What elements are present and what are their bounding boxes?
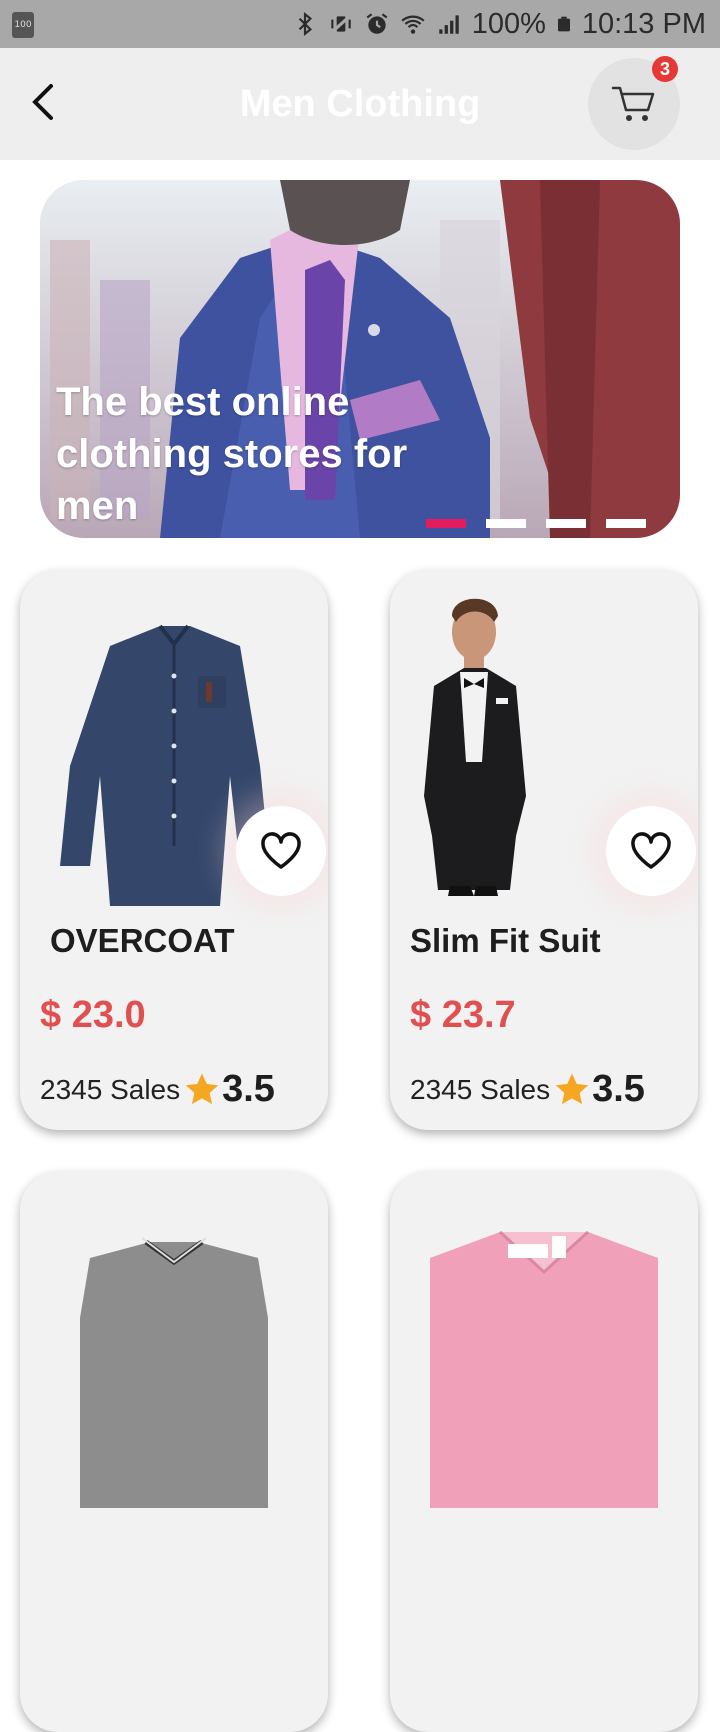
sales-count: 2345 Sales [410,1073,551,1105]
star-icon [185,1073,219,1104]
product-price: $ 23.7 [410,994,516,1036]
star-icon [555,1073,589,1104]
sales-count: 2345 Sales [40,1073,181,1105]
bluetooth-icon [298,11,312,37]
product-meta: 2345 Sales 3.5 [410,1068,645,1111]
signal-icon [438,15,459,34]
carousel-dot-3[interactable] [546,519,586,528]
rating-value: 3.5 [592,1068,645,1110]
clock: 10:13 PM [581,7,706,40]
product-name: OVERCOAT [50,922,235,959]
product-card[interactable] [390,1172,698,1732]
carousel-dot-1[interactable] [426,519,466,528]
rating-value: 3.5 [222,1068,275,1110]
battery-icon [557,16,570,32]
product-card[interactable]: Slim Fit Suit $ 23.7 2345 Sales 3.5 [390,570,698,1130]
carousel-dot-2[interactable] [486,519,526,528]
product-name: Slim Fit Suit [410,922,601,959]
promo-banner[interactable]: The best online clothing stores for men [40,180,680,538]
battery-percent: 100% [471,7,546,40]
back-button[interactable] [18,74,74,130]
battery-saver-icon: 100 [12,12,34,38]
product-image-pink-shirt [430,1230,658,1508]
heart-icon [631,832,671,869]
product-price: $ 23.0 [40,994,146,1036]
product-card[interactable] [20,1172,328,1732]
shopping-cart-icon [611,86,655,121]
status-bar: 100 100% 10:13 PM [0,0,720,48]
carousel-dot-4[interactable] [606,519,646,528]
carousel-indicator [426,519,646,528]
wifi-icon [401,15,425,34]
chevron-left-icon [32,84,53,120]
vibrate-icon [329,14,352,34]
app-bar: Men Clothing 3 [0,48,720,160]
product-card[interactable]: OVERCOAT $ 23.0 2345 Sales 3.5 [20,570,328,1130]
favorite-button[interactable] [236,806,326,896]
product-image-grey-polo [80,1237,268,1508]
product-meta: 2345 Sales 3.5 [40,1068,275,1111]
cart-count-badge: 3 [652,56,678,82]
favorite-button[interactable] [606,806,696,896]
heart-icon [261,832,301,869]
banner-headline: The best online clothing stores for men [56,380,408,528]
alarm-icon [366,13,388,34]
